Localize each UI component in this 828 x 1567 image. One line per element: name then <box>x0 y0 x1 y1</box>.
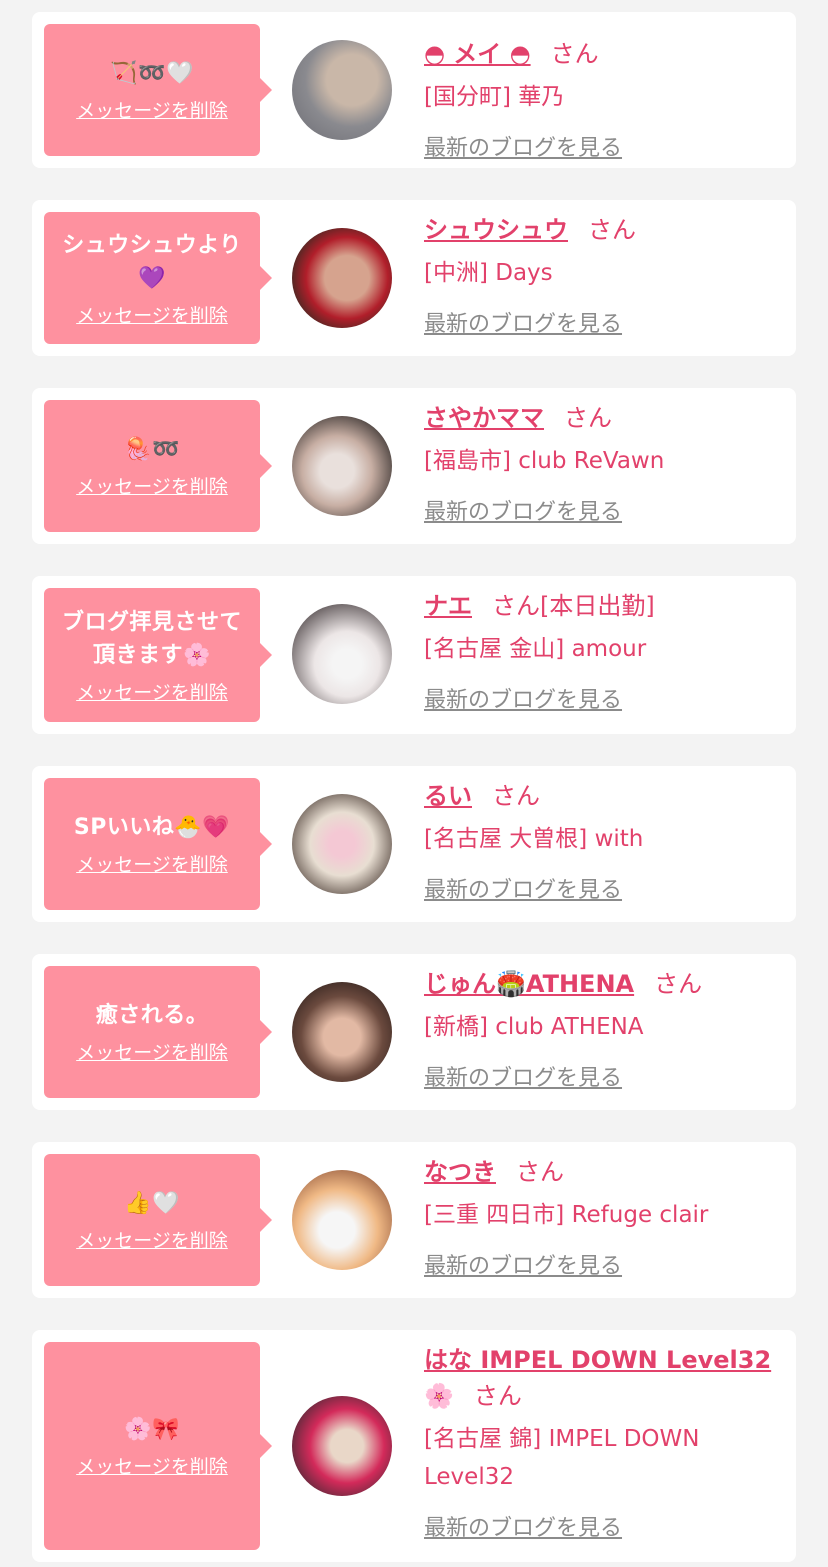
message-text: 🏹➿🤍 <box>110 61 194 86</box>
card-7: 🌸🎀 メッセージを削除 はな IMPEL DOWN Level32 🌸 さん [名古… <box>32 1330 796 1562</box>
avatar[interactable] <box>292 794 392 894</box>
latest-blog-link[interactable]: 最新のブログを見る <box>424 494 622 526</box>
message-bubble: 👍🤍 メッセージを削除 <box>44 1154 272 1286</box>
avatar[interactable] <box>292 982 392 1082</box>
latest-blog-link[interactable]: 最新のブログを見る <box>424 306 622 338</box>
latest-blog-link[interactable]: 最新のブログを見る <box>424 1060 622 1092</box>
honorific: さん <box>588 216 636 244</box>
shop-name: [国分町] 華乃 <box>424 84 565 110</box>
latest-blog-link[interactable]: 最新のブログを見る <box>424 1248 622 1280</box>
message-text: 👍🤍 <box>124 1191 180 1216</box>
card-2: 🪼➿ メッセージを削除 さやかママ さん [福島市] club ReVawn 最新… <box>32 388 796 544</box>
delete-message-link[interactable]: メッセージを削除 <box>76 1038 228 1065</box>
message-bubble: 🏹➿🤍 メッセージを削除 <box>44 24 272 156</box>
cast-name-link[interactable]: るい <box>424 782 472 810</box>
honorific: さん <box>516 1158 564 1186</box>
delete-message-link[interactable]: メッセージを削除 <box>76 96 228 123</box>
shop-name: [名古屋 錦] IMPEL DOWN Level32 <box>424 1426 700 1490</box>
profile-info: はな IMPEL DOWN Level32 🌸 さん [名古屋 錦] IMPEL D… <box>424 1342 776 1542</box>
delete-message-link[interactable]: メッセージを削除 <box>76 1226 228 1253</box>
profile-info: シュウシュウ さん [中洲] Days 最新のブログを見る <box>424 212 776 338</box>
message-text: 🪼➿ <box>124 437 180 462</box>
delete-message-link[interactable]: メッセージを削除 <box>76 301 228 328</box>
message-bubble: 癒される。 メッセージを削除 <box>44 966 272 1098</box>
avatar[interactable] <box>292 228 392 328</box>
cast-name-link[interactable]: はな IMPEL DOWN Level32 <box>424 1346 771 1374</box>
card-4: SPいいね🐣💗 メッセージを削除 るい さん [名古屋 大曽根] with 最新の… <box>32 766 796 922</box>
message-bubble: SPいいね🐣💗 メッセージを削除 <box>44 778 272 910</box>
honorific: さん <box>492 782 540 810</box>
delete-message-link[interactable]: メッセージを削除 <box>76 678 228 705</box>
honorific: さん <box>654 970 703 998</box>
cast-name-link[interactable]: シュウシュウ <box>424 216 568 244</box>
profile-info: るい さん [名古屋 大曽根] with 最新のブログを見る <box>424 778 776 904</box>
shop-name: [名古屋 大曽根] with <box>424 826 644 852</box>
profile-info: さやかママ さん [福島市] club ReVawn 最新のブログを見る <box>424 400 776 526</box>
delete-message-link[interactable]: メッセージを削除 <box>76 850 228 877</box>
honorific: さん <box>492 592 540 620</box>
avatar[interactable] <box>292 1170 392 1270</box>
message-text: 癒される。 <box>95 1003 209 1028</box>
cast-name-link[interactable]: じゅん🏟️ATHENA <box>424 970 634 998</box>
profile-info: じゅん🏟️ATHENA さん [新橋] club ATHENA 最新のブログを見る <box>424 966 776 1092</box>
avatar[interactable] <box>292 1396 392 1496</box>
honorific: さん <box>473 1382 522 1410</box>
honorific: さん <box>550 40 599 68</box>
card-6: 👍🤍 メッセージを削除 なつき さん [三重 四日市] Refuge clair … <box>32 1142 796 1298</box>
message-text: SPいいね🐣💗 <box>73 815 231 840</box>
latest-blog-link[interactable]: 最新のブログを見る <box>424 872 622 904</box>
cast-name-link[interactable]: なつき <box>424 1158 496 1186</box>
card-1: シュウシュウより💜 メッセージを削除 シュウシュウ さん [中洲] Days 最新… <box>32 200 796 356</box>
profile-info: ◓ メイ ◓ さん [国分町] 華乃 最新のブログを見る <box>424 36 776 162</box>
delete-message-link[interactable]: メッセージを削除 <box>76 1452 228 1479</box>
status-text: [本日出勤] <box>540 592 655 620</box>
message-text: ブログ拝見させて頂きます🌸 <box>61 609 242 668</box>
cast-name-link[interactable]: さやかママ <box>424 404 544 432</box>
avatar[interactable] <box>292 604 392 704</box>
shop-name: [新橋] club ATHENA <box>424 1014 644 1040</box>
shop-name: [福島市] club ReVawn <box>424 448 665 474</box>
avatar[interactable] <box>292 40 392 140</box>
cast-name-link[interactable]: ナエ <box>424 592 472 620</box>
latest-blog-link[interactable]: 最新のブログを見る <box>424 1510 622 1542</box>
latest-blog-link[interactable]: 最新のブログを見る <box>424 682 622 714</box>
name-suffix-emoji: 🌸 <box>424 1382 454 1410</box>
message-bubble: ブログ拝見させて頂きます🌸 メッセージを削除 <box>44 588 272 722</box>
shop-name: [名古屋 金山] amour <box>424 636 647 662</box>
card-3: ブログ拝見させて頂きます🌸 メッセージを削除 ナエ さん[本日出勤] [名古屋 金… <box>32 576 796 734</box>
message-bubble: 🌸🎀 メッセージを削除 <box>44 1342 272 1550</box>
profile-info: ナエ さん[本日出勤] [名古屋 金山] amour 最新のブログを見る <box>424 588 776 714</box>
profile-info: なつき さん [三重 四日市] Refuge clair 最新のブログを見る <box>424 1154 776 1280</box>
message-text: 🌸🎀 <box>124 1417 180 1442</box>
delete-message-link[interactable]: メッセージを削除 <box>76 472 228 499</box>
cast-name-link[interactable]: ◓ メイ ◓ <box>424 40 531 68</box>
shop-name: [三重 四日市] Refuge clair <box>424 1202 709 1228</box>
message-bubble: 🪼➿ メッセージを削除 <box>44 400 272 532</box>
card-5: 癒される。 メッセージを削除 じゅん🏟️ATHENA さん [新橋] club A… <box>32 954 796 1110</box>
shop-name: [中洲] Days <box>424 260 553 286</box>
message-text: シュウシュウより💜 <box>62 232 242 291</box>
latest-blog-link[interactable]: 最新のブログを見る <box>424 130 622 162</box>
honorific: さん <box>564 404 612 432</box>
avatar[interactable] <box>292 416 392 516</box>
message-bubble: シュウシュウより💜 メッセージを削除 <box>44 212 272 344</box>
card-0: 🏹➿🤍 メッセージを削除 ◓ メイ ◓ さん [国分町] 華乃 最新のブログを見る <box>32 12 796 168</box>
